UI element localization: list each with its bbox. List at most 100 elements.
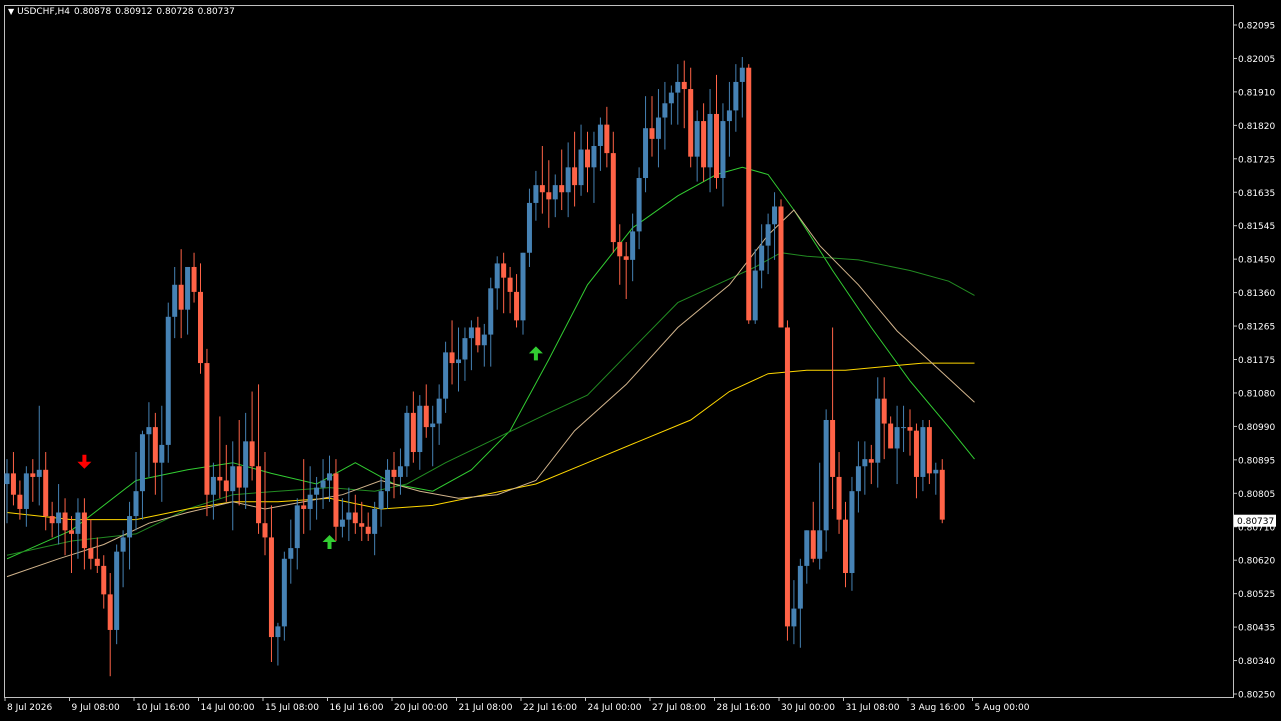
bull-candle [172, 266, 178, 339]
bull-candle [720, 103, 726, 207]
bull-candle [436, 384, 442, 445]
bull-candle [127, 501, 133, 570]
candle-body [133, 491, 139, 517]
candle-body [481, 334, 487, 346]
price-chart[interactable]: 0.82095 0.82005 0.81910 0.81820 0.81725 0.816… [0, 0, 1281, 721]
bull-candle [733, 64, 739, 132]
candle-body [159, 444, 165, 463]
bull-candle [765, 213, 771, 275]
plot-frame [4, 5, 1234, 698]
bear-candle [423, 384, 429, 438]
candle-body [933, 469, 939, 474]
bear-candle [178, 249, 184, 339]
bear-candle [88, 519, 94, 570]
candle-body [404, 412, 410, 467]
candle-body [862, 459, 868, 467]
x-tick-label: 30 Jul 00:00 [781, 703, 835, 713]
y-tick-label: 0.80250 [1238, 691, 1275, 701]
candle-body [236, 466, 242, 488]
bear-candle [365, 512, 371, 541]
candle-body [597, 124, 603, 146]
candle-body [604, 124, 610, 154]
candle-body [920, 427, 926, 477]
bull-candle [146, 402, 152, 477]
bull-candle [668, 85, 674, 125]
bull-candle [327, 455, 332, 502]
candle-body [817, 530, 823, 559]
bull-candle [456, 327, 461, 392]
bear-candle [217, 416, 223, 499]
candle-body [526, 202, 532, 253]
bear-candle [843, 501, 848, 588]
bull-candle [817, 462, 823, 570]
bull-candle [655, 89, 661, 168]
candle-body [456, 359, 461, 364]
y-tick-label: 0.82005 [1238, 55, 1275, 65]
bull-candle [636, 167, 642, 250]
candle-body [888, 423, 894, 449]
bear-candle [688, 67, 694, 168]
y-tick-label: 0.81175 [1238, 356, 1275, 366]
bear-candle [610, 131, 616, 253]
bear-candle [623, 242, 629, 300]
bear-candle [256, 384, 262, 534]
bull-candle [694, 110, 700, 182]
bull-candle [468, 320, 474, 371]
bear-candle [881, 377, 887, 460]
candle-body [778, 206, 784, 328]
bull-candle [339, 498, 345, 538]
bear-candle [10, 452, 16, 506]
x-tick-label: 16 Jul 16:00 [330, 703, 384, 713]
candle-body [327, 473, 332, 481]
candle-body [810, 530, 816, 559]
bull-candle [520, 252, 526, 335]
candle-body [449, 352, 455, 364]
bear-candle [43, 452, 49, 531]
bull-candle [462, 327, 468, 381]
sell-arrow-icon [77, 454, 92, 469]
bear-candle [62, 498, 68, 556]
candle-body [901, 427, 907, 429]
bear-candle [204, 348, 210, 517]
bull-candle [494, 256, 500, 310]
candle-body [101, 565, 107, 595]
bull-candle [726, 81, 732, 157]
buy-arrow-icon [528, 346, 543, 361]
bear-candle [94, 537, 100, 574]
bull-candle [565, 142, 571, 218]
bull-candle [662, 81, 668, 150]
candle-body [268, 537, 274, 638]
y-tick-label: 0.81725 [1238, 155, 1275, 165]
candle-body [539, 185, 545, 193]
candle-body [243, 441, 249, 488]
bear-candle [391, 452, 397, 499]
candle-body [314, 487, 320, 495]
y-tick-label: 0.80620 [1238, 557, 1275, 567]
bull-candle [901, 405, 907, 453]
x-tick-label: 28 Jul 16:00 [717, 703, 771, 713]
candle-body [397, 466, 403, 477]
candle-body [391, 469, 397, 477]
bear-candle [69, 516, 74, 574]
bull-candle [797, 558, 803, 648]
bull-candle [185, 266, 191, 335]
candle-body [339, 519, 345, 527]
bear-candle [585, 131, 590, 193]
y-tick-label: 0.81545 [1238, 222, 1275, 232]
bull-candle [114, 544, 120, 645]
bear-candle [810, 501, 816, 563]
y-tick-label: 0.81820 [1238, 122, 1275, 132]
bull-candle [791, 580, 797, 645]
candle-body [688, 89, 694, 157]
bull-candle [823, 409, 829, 552]
candle-body [681, 81, 687, 90]
candle-body [843, 519, 848, 574]
bull-candle [804, 530, 810, 584]
candle-body [701, 121, 707, 168]
candle-body [185, 266, 191, 310]
candle-body [288, 548, 294, 559]
candle-body [172, 284, 178, 317]
y-tick-label: 0.81360 [1238, 289, 1275, 299]
bear-candle [107, 573, 113, 677]
bear-candle [572, 131, 578, 207]
